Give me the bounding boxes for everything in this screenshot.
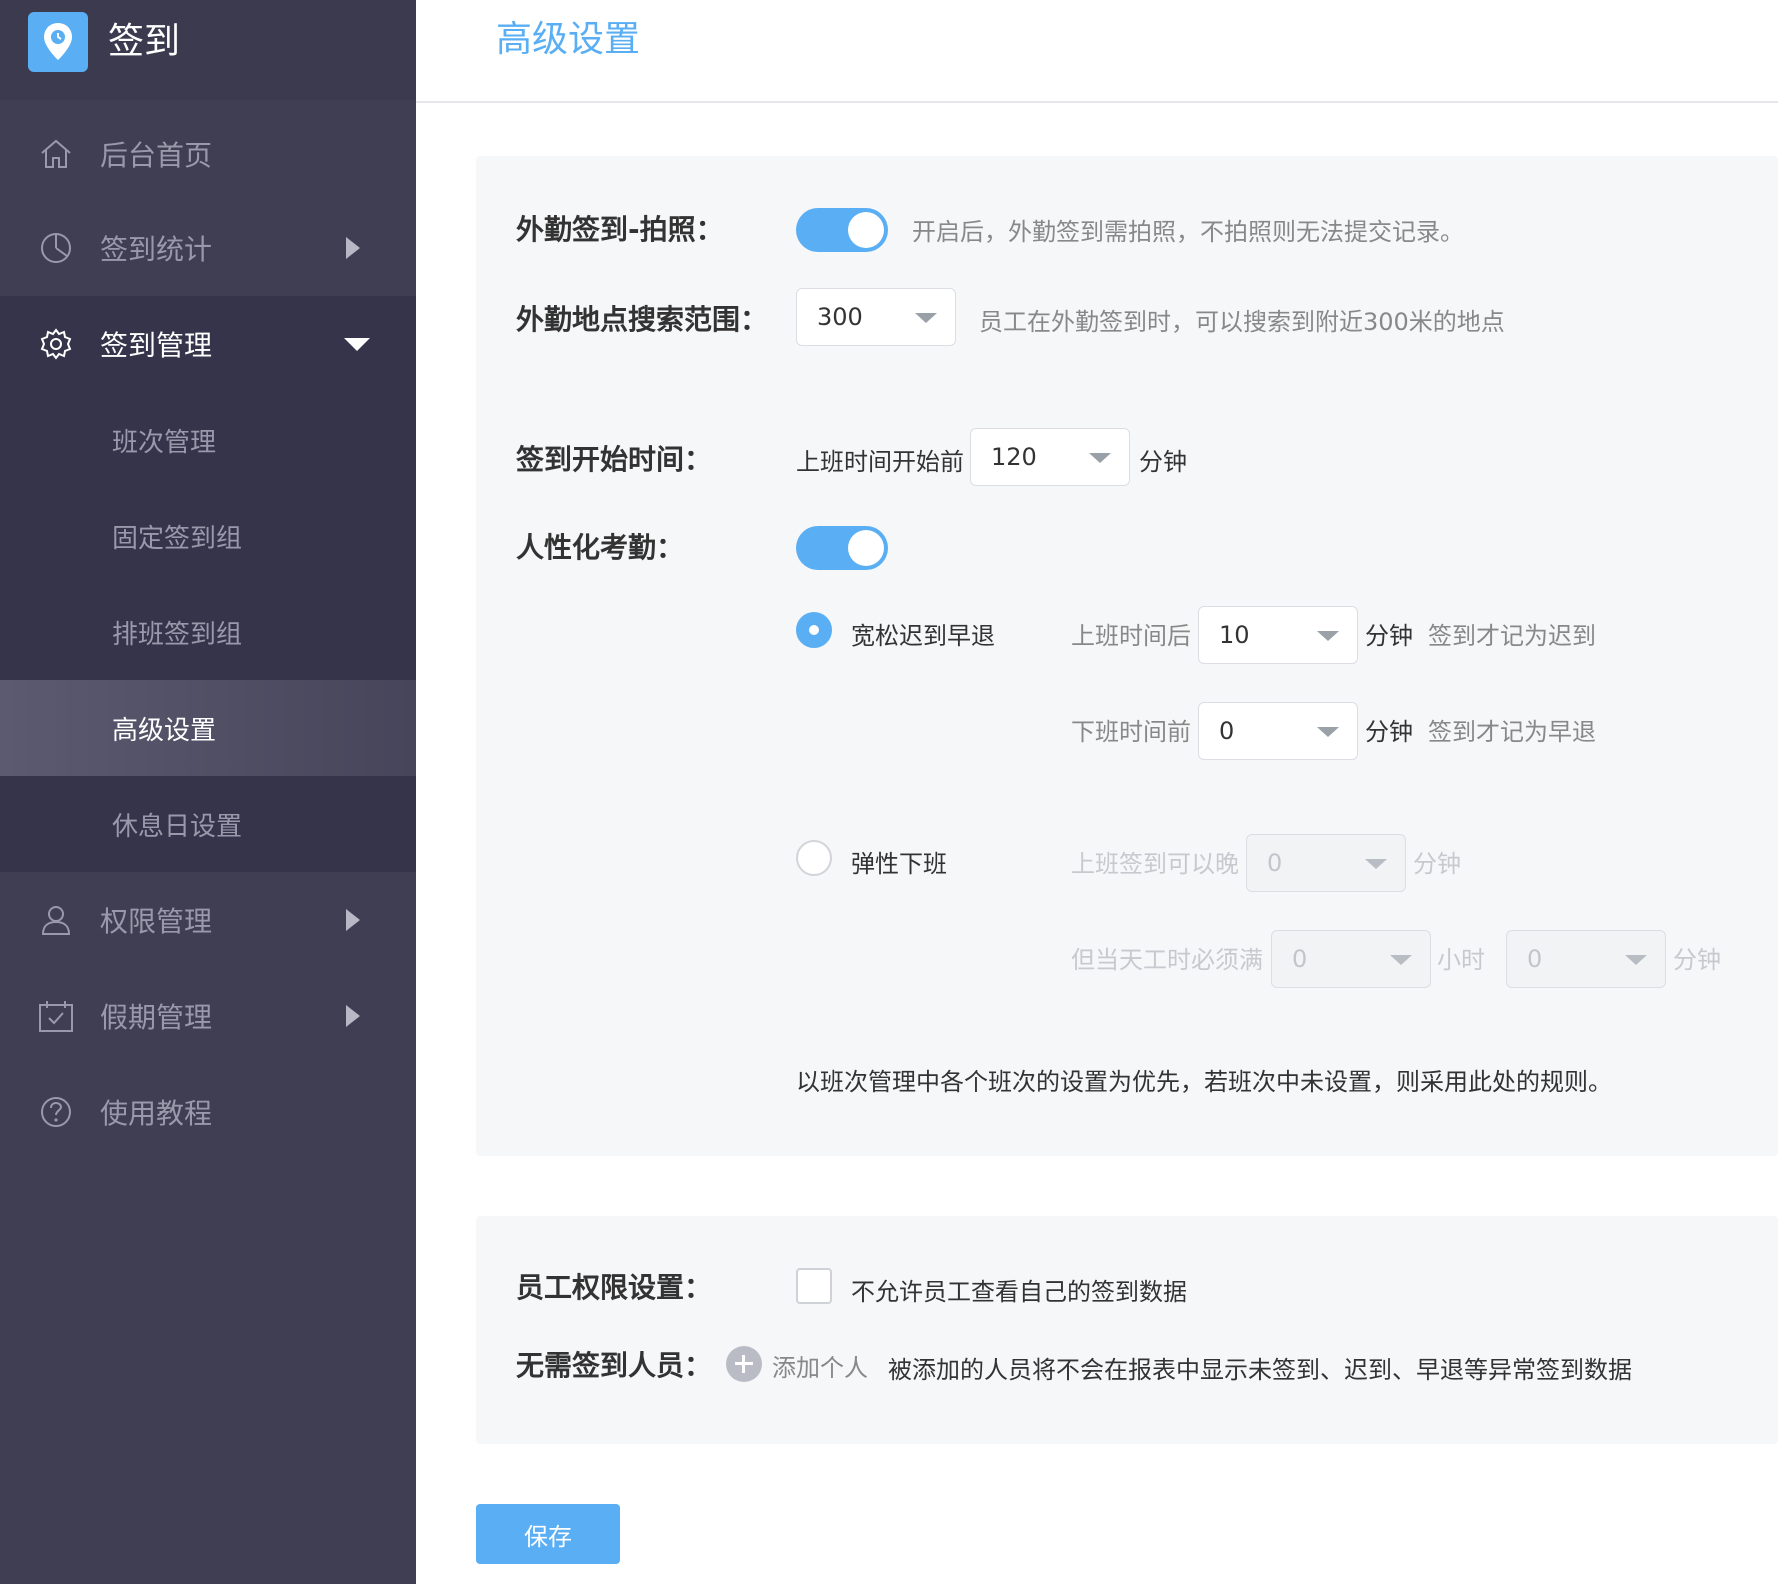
photo-setting-label: 外勤签到-拍照： (516, 213, 724, 246)
submenu-item-label: 高级设置 (112, 715, 217, 746)
late-prefix: 上班时间后 (1071, 622, 1191, 650)
page-title: 高级设置 (496, 19, 641, 60)
sidebar-item-label: 签到管理 (100, 329, 213, 362)
add-person-icon[interactable] (726, 1346, 762, 1382)
app-logo[interactable]: 签到 (0, 0, 416, 100)
search-range-select[interactable]: 300 (796, 288, 956, 346)
flex-late-unit: 分钟 (1413, 850, 1461, 878)
app-name: 签到 (108, 21, 181, 62)
submenu-item-label: 休息日设置 (112, 811, 243, 842)
user-icon (38, 902, 74, 938)
location-pin-icon (28, 12, 88, 72)
caret-down-icon (915, 313, 937, 323)
flexible-label[interactable]: 弹性下班 (851, 844, 947, 879)
caret-down-icon (1089, 453, 1111, 463)
sidebar-item-label: 假期管理 (100, 1001, 213, 1034)
page-header: 高级设置 (416, 0, 1778, 103)
pie-chart-icon (38, 230, 74, 266)
select-value: 10 (1219, 621, 1250, 649)
photo-toggle[interactable] (796, 208, 888, 252)
humane-attendance-label: 人性化考勤： (516, 531, 685, 564)
submenu-item-advanced-settings[interactable]: 高级设置 (0, 680, 416, 776)
sidebar-item-label: 权限管理 (100, 905, 213, 938)
submenu-item-fixed-groups[interactable]: 固定签到组 (0, 488, 416, 584)
permission-settings-panel: 员工权限设置： 不允许员工查看自己的签到数据 无需签到人员： 添加个人 被添加的… (476, 1216, 1778, 1444)
chevron-right-icon (346, 1005, 360, 1027)
select-value: 0 (1527, 945, 1543, 973)
early-hint: 签到才记为早退 (1428, 718, 1596, 746)
flex-late-select[interactable]: 0 (1246, 834, 1406, 892)
caret-down-icon (1317, 727, 1339, 737)
start-time-select[interactable]: 120 (970, 428, 1130, 486)
chevron-down-icon (344, 337, 370, 351)
flex-hours-select[interactable]: 0 (1271, 930, 1431, 988)
late-unit: 分钟 (1365, 622, 1413, 650)
lenient-label[interactable]: 宽松迟到早退 (851, 616, 995, 651)
early-unit: 分钟 (1365, 718, 1413, 746)
add-person-button[interactable]: 添加个人 (772, 1348, 868, 1383)
flex-minutes-unit: 分钟 (1673, 946, 1721, 974)
flex-minutes-select[interactable]: 0 (1506, 930, 1666, 988)
caret-down-icon (1317, 631, 1339, 641)
sidebar-item-permissions[interactable]: 权限管理 (0, 872, 416, 968)
sidebar-item-tutorial[interactable]: 使用教程 (0, 1064, 416, 1160)
priority-note: 以班次管理中各个班次的设置为优先，若班次中未设置，则采用此处的规则。 (796, 1068, 1612, 1096)
chevron-right-icon (346, 909, 360, 931)
exempt-personnel-label: 无需签到人员： (516, 1349, 713, 1382)
select-value: 300 (817, 303, 863, 331)
attendance-settings-panel: 外勤签到-拍照： 开启后，外勤签到需拍照，不拍照则无法提交记录。 外勤地点搜索范… (476, 156, 1778, 1156)
gear-icon (38, 326, 74, 362)
sidebar-item-label: 使用教程 (100, 1097, 213, 1130)
sidebar: 签到 后台首页 签到统计 签到管理 班次管理 固定签到组 排班签到组 高级设置 … (0, 0, 416, 1584)
submenu-item-label: 排班签到组 (112, 619, 243, 650)
hide-own-data-label[interactable]: 不允许员工查看自己的签到数据 (851, 1272, 1187, 1307)
caret-down-icon (1365, 859, 1387, 869)
employee-permission-label: 员工权限设置： (516, 1271, 713, 1304)
help-circle-icon (38, 1094, 74, 1130)
start-time-prefix: 上班时间开始前 (796, 448, 964, 476)
hide-own-data-checkbox[interactable] (796, 1268, 832, 1304)
search-range-label: 外勤地点搜索范围： (516, 303, 769, 336)
select-value: 120 (991, 443, 1037, 471)
photo-hint: 开启后，外勤签到需拍照，不拍照则无法提交记录。 (912, 218, 1464, 246)
select-value: 0 (1219, 717, 1235, 745)
toggle-knob (848, 212, 884, 248)
sidebar-item-statistics[interactable]: 签到统计 (0, 200, 416, 296)
sidebar-item-holidays[interactable]: 假期管理 (0, 968, 416, 1064)
submenu-item-shifts[interactable]: 班次管理 (0, 392, 416, 488)
late-hint: 签到才记为迟到 (1428, 622, 1596, 650)
flex-late-prefix: 上班签到可以晚 (1071, 850, 1239, 878)
late-minutes-select[interactable]: 10 (1198, 606, 1358, 664)
search-range-hint: 员工在外勤签到时，可以搜索到附近300米的地点 (979, 308, 1505, 336)
sidebar-item-management[interactable]: 签到管理 (0, 296, 416, 392)
exempt-hint: 被添加的人员将不会在报表中显示未签到、迟到、早退等异常签到数据 (888, 1356, 1632, 1384)
sidebar-item-home[interactable]: 后台首页 (0, 106, 416, 202)
flexible-radio[interactable] (796, 840, 832, 876)
sidebar-item-label: 签到统计 (100, 233, 213, 266)
select-value: 0 (1267, 849, 1283, 877)
submenu-item-label: 班次管理 (112, 427, 217, 458)
calendar-check-icon (38, 998, 74, 1034)
home-icon (38, 136, 74, 172)
toggle-knob (848, 530, 884, 566)
start-time-label: 签到开始时间： (516, 443, 713, 476)
caret-down-icon (1625, 955, 1647, 965)
caret-down-icon (1390, 955, 1412, 965)
sidebar-item-label: 后台首页 (100, 139, 213, 172)
select-value: 0 (1292, 945, 1308, 973)
submenu-item-label: 固定签到组 (112, 523, 243, 554)
early-minutes-select[interactable]: 0 (1198, 702, 1358, 760)
early-prefix: 下班时间前 (1071, 718, 1191, 746)
save-button[interactable]: 保存 (476, 1504, 620, 1564)
submenu-item-rest-days[interactable]: 休息日设置 (0, 776, 416, 872)
flex-hours-prefix: 但当天工时必须满 (1071, 946, 1263, 974)
humane-attendance-toggle[interactable] (796, 526, 888, 570)
flex-hours-unit: 小时 (1437, 946, 1485, 974)
chevron-right-icon (346, 237, 360, 259)
start-time-unit: 分钟 (1139, 448, 1187, 476)
lenient-radio[interactable] (796, 612, 832, 648)
submenu-item-schedule-groups[interactable]: 排班签到组 (0, 584, 416, 680)
